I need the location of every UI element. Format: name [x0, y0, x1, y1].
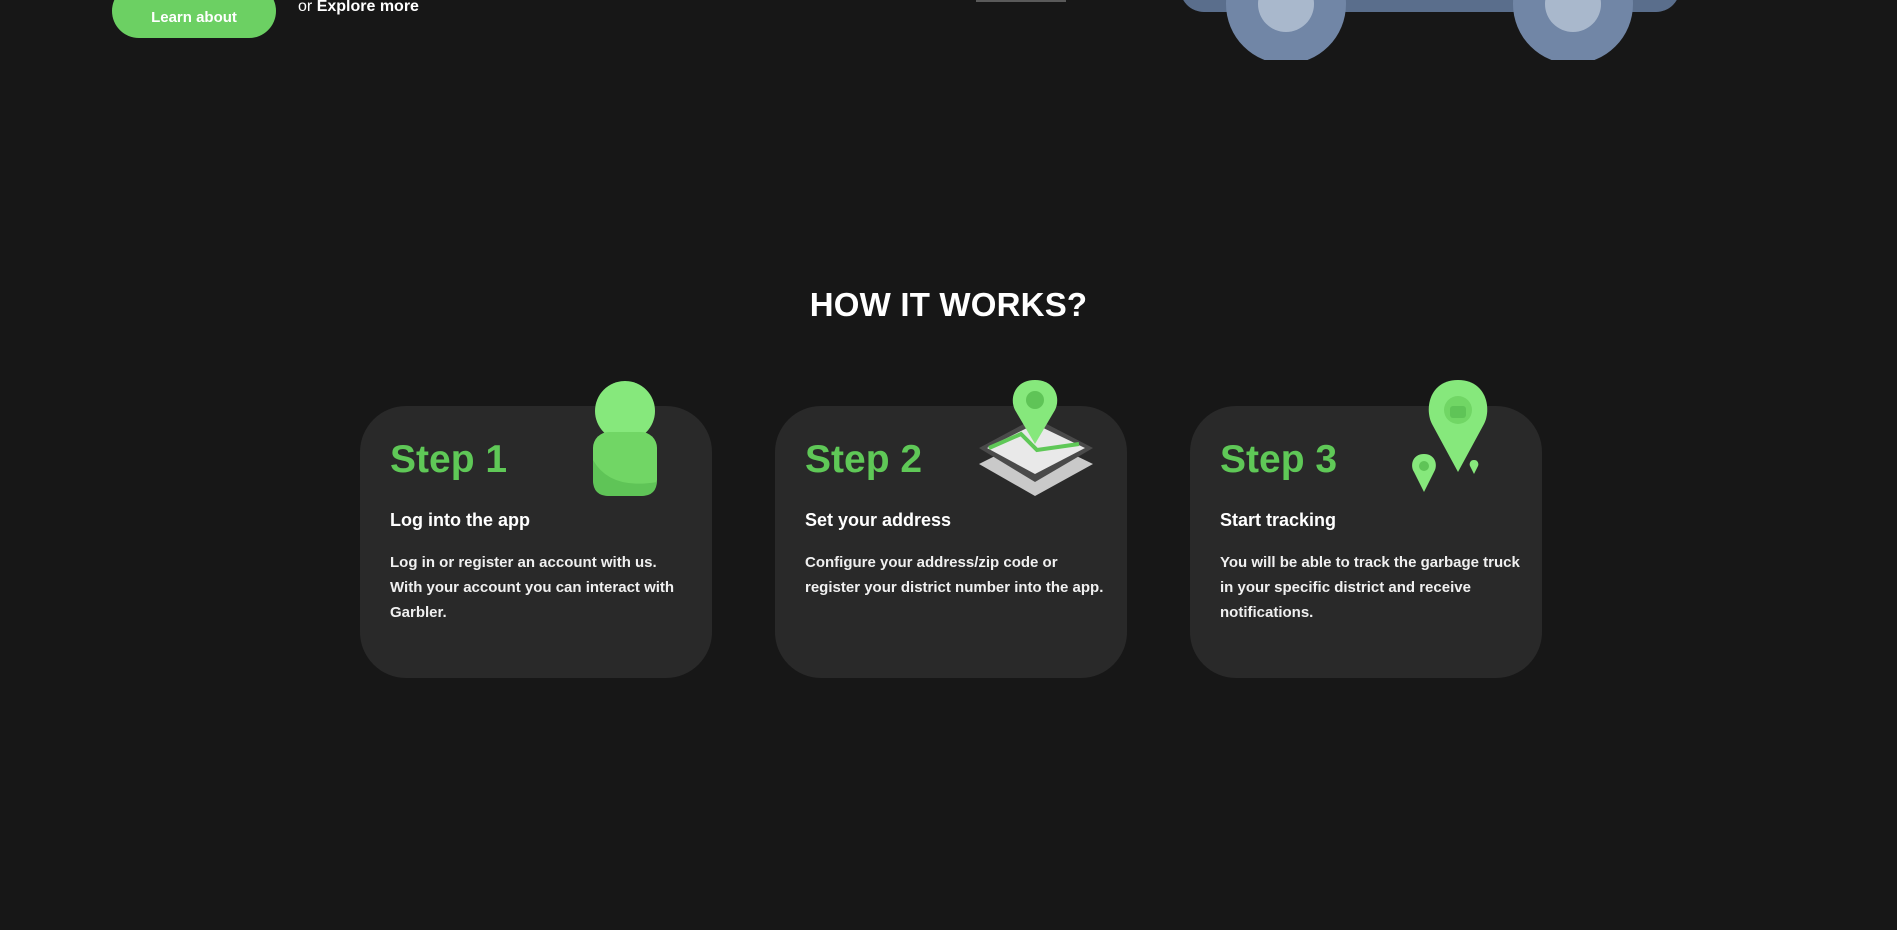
explore-more-link[interactable]: Explore more [317, 0, 419, 15]
step-title: Step 1 [390, 438, 508, 481]
step-title: Step 2 [805, 438, 923, 481]
step-title: Step 3 [1220, 438, 1338, 481]
step-description: Configure your address/zip code or regis… [805, 554, 1104, 596]
map-pin-icon [979, 380, 1093, 496]
step-heading: Start tracking [1220, 510, 1337, 530]
tracking-pins-icon [1412, 380, 1488, 492]
step-card-1: Step 1 Log into the app Log in or regist… [360, 381, 712, 678]
step-heading: Set your address [805, 510, 952, 530]
step-card-3: Step 3 Start tracking You will be able t… [1190, 380, 1542, 678]
learn-about-button[interactable]: Learn about [112, 0, 276, 38]
steps-list: Step 1 Log into the app Log in or regist… [360, 380, 1543, 678]
user-icon [593, 381, 657, 496]
step-description: You will be able to track the garbage tr… [1220, 554, 1520, 621]
hero-divider [976, 0, 1066, 2]
explore-prefix: or [298, 0, 313, 15]
explore-line: or Explore more [298, 0, 419, 16]
garbage-truck-illustration [1183, 0, 1677, 60]
section-title: HOW IT WORKS? [809, 286, 1088, 323]
step-description: Log in or register an account with us. W… [390, 554, 675, 621]
step-heading: Log into the app [390, 510, 530, 530]
step-card-2: Step 2 Set your address Configure your a… [775, 380, 1127, 678]
page: Learn about or Explore more HOW IT WORKS… [0, 0, 1897, 930]
